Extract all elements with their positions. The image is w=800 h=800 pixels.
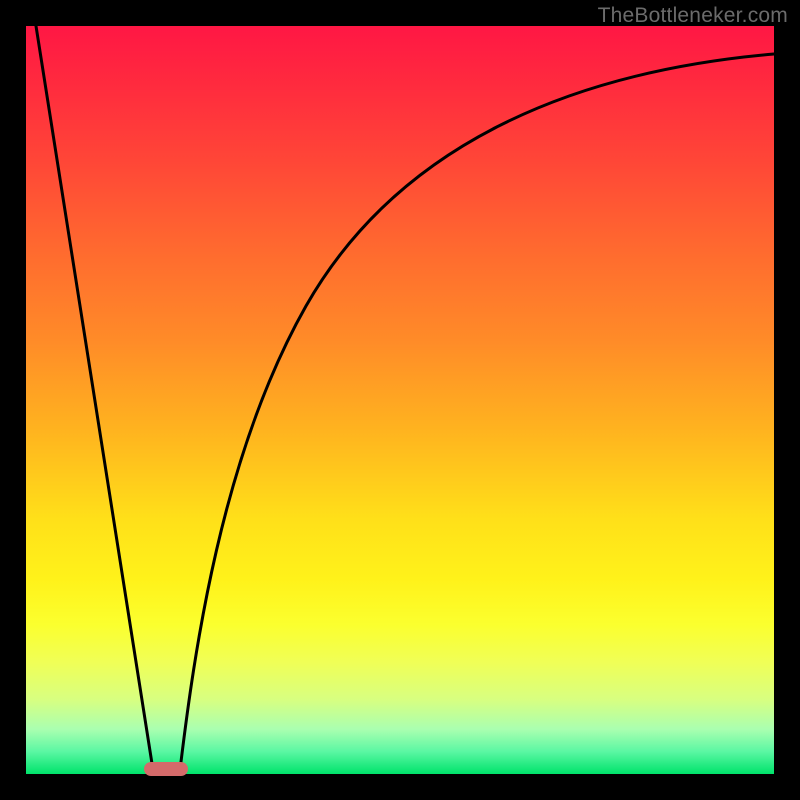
chart-frame: TheBottleneker.com [0,0,800,800]
plot-area [26,26,774,774]
left-line [36,26,153,770]
watermark-text: TheBottleneker.com [598,4,788,28]
chart-svg [26,26,774,774]
right-curve [180,54,774,770]
bottom-marker [144,762,188,776]
